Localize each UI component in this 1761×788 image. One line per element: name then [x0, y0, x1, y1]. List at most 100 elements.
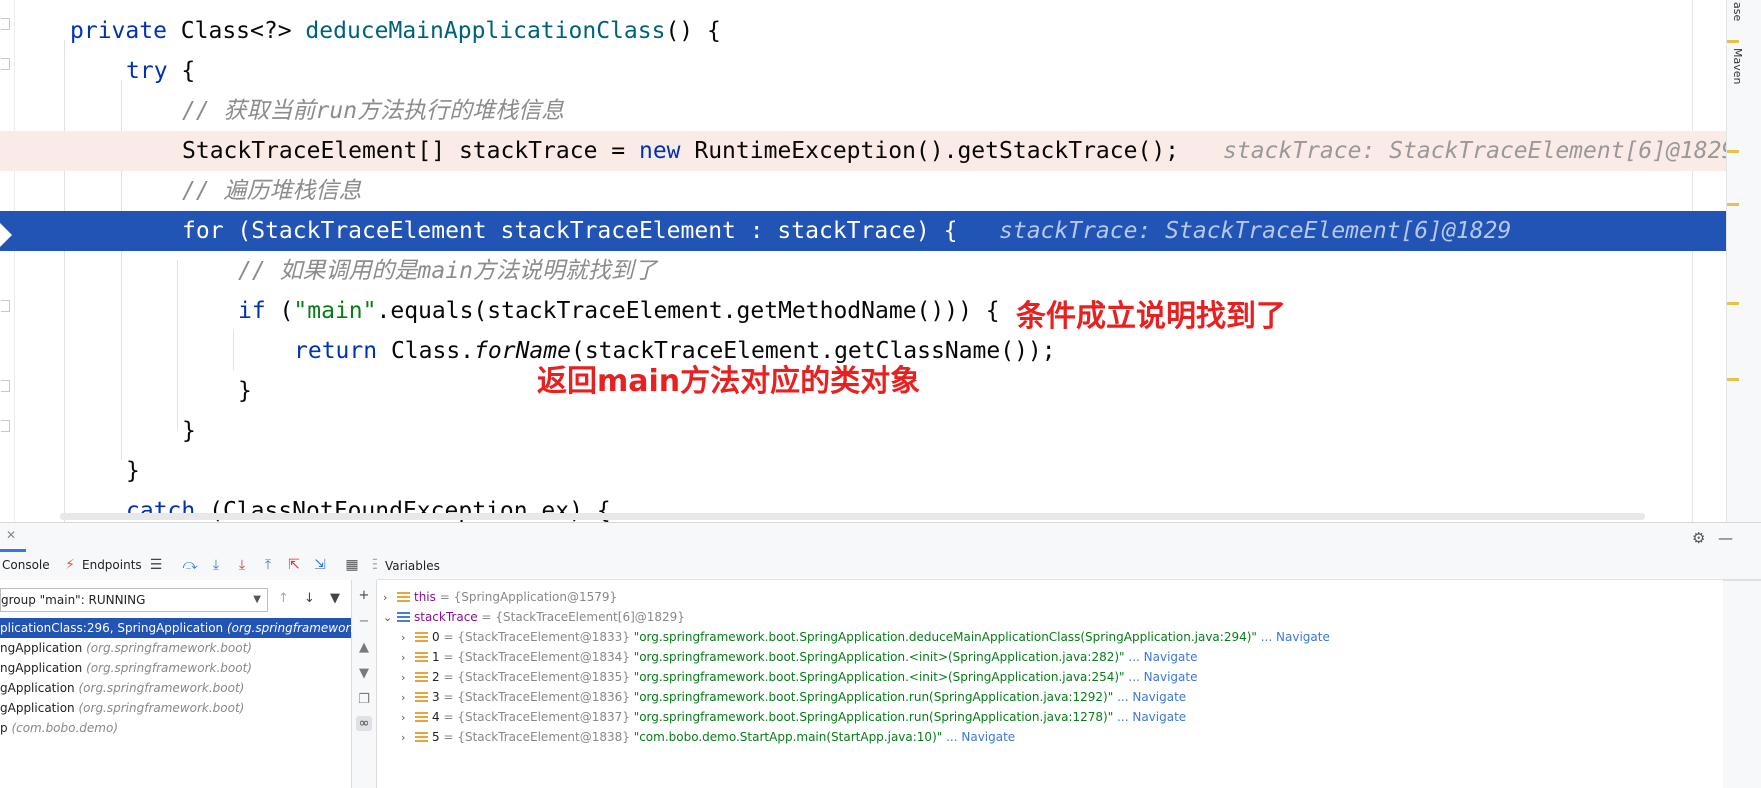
- chevron-right-icon[interactable]: ›: [383, 588, 397, 608]
- chevron-right-icon[interactable]: ›: [401, 708, 415, 728]
- console-tab[interactable]: Console: [2, 558, 50, 572]
- variable-row[interactable]: › 2 = {StackTraceElement@1835} "org.sprin…: [401, 667, 1197, 687]
- endpoints-icon: ⚡: [65, 557, 75, 573]
- thread-selector[interactable]: group "main": RUNNING ▼: [0, 588, 268, 612]
- chevron-right-icon[interactable]: ›: [401, 668, 415, 688]
- annotation-return: 返回main方法对应的类对象: [537, 364, 921, 399]
- drop-frame-icon[interactable]: ⇱: [286, 557, 302, 573]
- chevron-right-icon[interactable]: ›: [401, 728, 415, 748]
- error-stripe-mark[interactable]: [1727, 150, 1739, 153]
- strip-label-top[interactable]: ase: [1731, 2, 1744, 21]
- error-stripe-mark[interactable]: [1727, 302, 1739, 305]
- chevron-right-icon[interactable]: ›: [401, 688, 415, 708]
- variable-value: "org.springframework.boot.SpringApplicat…: [633, 670, 1125, 684]
- step-out-icon[interactable]: ⤒: [260, 557, 276, 573]
- frame-package: (org.springframework.boot): [82, 661, 252, 675]
- chevron-right-icon[interactable]: ›: [401, 628, 415, 648]
- variable-type: = {StackTraceElement@1835}: [439, 670, 634, 684]
- step-into-icon[interactable]: ⤓: [234, 557, 250, 573]
- step-over-icon[interactable]: ⤓: [208, 557, 224, 573]
- code-line-highlighted[interactable]: StackTraceElement[] stackTrace = new Run…: [0, 131, 1761, 171]
- variable-value: = {StackTraceElement[6]@1829}: [477, 610, 685, 624]
- variable-row[interactable]: › 5 = {StackTraceElement@1838} "com.bobo.…: [401, 727, 1015, 747]
- variable-row[interactable]: ⌄ stackTrace = {StackTraceElement[6]@1829…: [383, 607, 685, 627]
- show-execution-point-icon[interactable]: ⤼: [182, 557, 198, 573]
- frame-package: (com.bobo.demo): [7, 721, 119, 735]
- navigate-link[interactable]: ... Navigate: [946, 730, 1015, 744]
- code-comment: // 遍历堆栈信息: [182, 178, 362, 204]
- variable-row[interactable]: › this = {SpringApplication@1579}: [383, 587, 617, 607]
- move-down-icon[interactable]: ▼: [356, 666, 372, 681]
- code-text: }: [126, 458, 140, 484]
- variable-name: 1: [432, 650, 440, 664]
- frame-method: ngApplication: [0, 641, 83, 655]
- inline-debug-hint: stackTrace: StackTraceElement[6]@1829: [999, 218, 1512, 244]
- watches-glasses-icon[interactable]: ∞: [356, 716, 372, 731]
- code-line[interactable]: private Class<?> deduceMainApplicationCl…: [0, 11, 1761, 51]
- variable-row[interactable]: › 1 = {StackTraceElement@1834} "org.sprin…: [401, 647, 1197, 667]
- variable-value: "com.bobo.demo.StartApp.main(StartApp.ja…: [633, 730, 943, 744]
- stack-frame[interactable]: gApplication (org.springframework.boot): [0, 678, 351, 698]
- frame-method: p: [0, 721, 8, 735]
- comment-line[interactable]: // 如果调用的是main方法说明就找到了: [0, 251, 1761, 291]
- menu-icon[interactable]: ☰: [148, 557, 164, 573]
- code-comment: // 获取当前run方法执行的堆栈信息: [182, 98, 565, 124]
- variable-row[interactable]: › 3 = {StackTraceElement@1836} "org.sprin…: [401, 687, 1186, 707]
- remove-watch-icon[interactable]: −: [356, 614, 372, 629]
- navigate-link[interactable]: ... Navigate: [1128, 670, 1197, 684]
- stack-frame[interactable]: gApplication (org.springframework.boot): [0, 698, 351, 718]
- error-stripe-mark[interactable]: [1727, 378, 1739, 381]
- chevron-right-icon[interactable]: ›: [401, 648, 415, 668]
- frame-method: gApplication: [0, 701, 75, 715]
- code-text: }: [238, 378, 252, 404]
- code-line[interactable]: if ("main".equals(stackTraceElement.getM…: [0, 291, 1761, 331]
- close-tab-icon[interactable]: ✕: [6, 528, 16, 542]
- code-text: private Class<?> deduceMainApplicationCl…: [70, 18, 721, 44]
- maven-tool-button[interactable]: Maven: [1731, 48, 1744, 84]
- code-line[interactable]: try {: [0, 51, 1761, 91]
- variable-value: "org.springframework.boot.SpringApplicat…: [633, 690, 1114, 704]
- stack-frame[interactable]: p (com.bobo.demo): [0, 718, 351, 738]
- comment-line[interactable]: // 获取当前run方法执行的堆栈信息: [0, 91, 1761, 131]
- navigate-link[interactable]: ... Navigate: [1117, 710, 1186, 724]
- field-icon: [415, 652, 428, 663]
- run-to-cursor-icon[interactable]: ⇲: [312, 557, 328, 573]
- execution-point-line[interactable]: for (StackTraceElement stackTraceElement…: [0, 211, 1761, 251]
- annotation-condition: 条件成立说明找到了: [1016, 299, 1286, 334]
- navigate-link[interactable]: ... Navigate: [1117, 690, 1186, 704]
- evaluate-expression-icon[interactable]: ▦: [344, 557, 360, 573]
- error-stripe-mark[interactable]: [1727, 40, 1739, 43]
- frame-method: ngApplication: [0, 661, 83, 675]
- code-text: StackTraceElement[] stackTrace = new Run…: [182, 138, 1180, 164]
- variables-tree: › this = {SpringApplication@1579} ⌄ stackT…: [377, 580, 1723, 788]
- field-icon: [415, 672, 428, 683]
- variable-name: 5: [432, 730, 440, 744]
- error-stripe-mark[interactable]: [1727, 203, 1739, 206]
- navigate-link[interactable]: ... Navigate: [1128, 650, 1197, 664]
- chevron-down-icon[interactable]: ⌄: [383, 608, 397, 628]
- variable-row[interactable]: › 0 = {StackTraceElement@1833} "org.sprin…: [401, 627, 1330, 647]
- navigate-link[interactable]: ... Navigate: [1261, 630, 1330, 644]
- code-line[interactable]: }: [0, 451, 1761, 491]
- code-comment: // 如果调用的是main方法说明就找到了: [238, 258, 657, 284]
- stack-frame[interactable]: ngApplication (org.springframework.boot): [0, 658, 351, 678]
- field-icon: [415, 732, 428, 743]
- arrow-up-icon[interactable]: ↑: [278, 591, 289, 606]
- code-line[interactable]: }: [0, 411, 1761, 451]
- move-up-icon[interactable]: ▲: [356, 640, 372, 655]
- filter-icon[interactable]: ▼: [330, 591, 340, 606]
- horizontal-scrollbar[interactable]: [60, 513, 1645, 520]
- add-watch-icon[interactable]: +: [356, 588, 372, 603]
- copy-icon[interactable]: ❐: [356, 692, 372, 707]
- stack-frame[interactable]: plicationClass:296, SpringApplication (o…: [0, 618, 369, 638]
- comment-line[interactable]: // 遍历堆栈信息: [0, 171, 1761, 211]
- variable-type: = {StackTraceElement@1837}: [439, 710, 634, 724]
- stack-frame[interactable]: ngApplication (org.springframework.boot): [0, 638, 351, 658]
- code-editor[interactable]: private Class<?> deduceMainApplicationCl…: [0, 0, 1761, 522]
- code-text: try {: [126, 58, 196, 84]
- code-text: if ("main".equals(stackTraceElement.getM…: [238, 298, 1000, 324]
- thread-selector-label: group "main": RUNNING: [1, 593, 146, 607]
- arrow-down-icon[interactable]: ↓: [304, 591, 315, 606]
- endpoints-tab[interactable]: Endpoints: [82, 558, 142, 572]
- variable-row[interactable]: › 4 = {StackTraceElement@1837} "org.sprin…: [401, 707, 1186, 727]
